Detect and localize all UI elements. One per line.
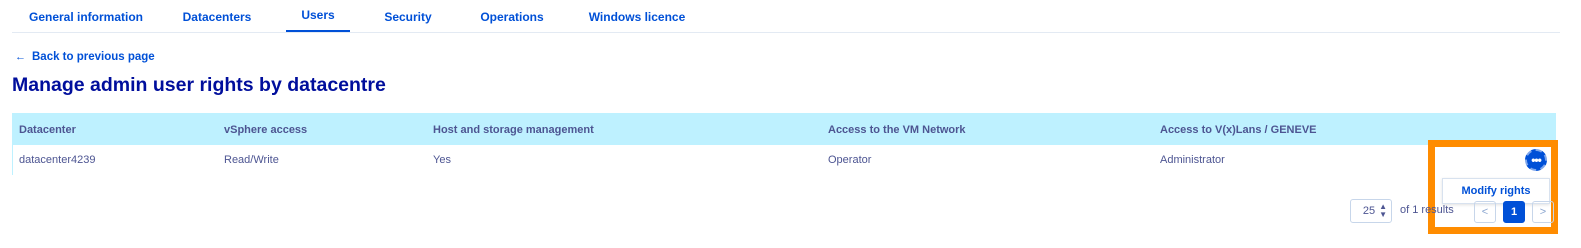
column-header-host-storage: Host and storage management bbox=[433, 123, 594, 136]
page-size-select[interactable]: 25 ▲ ▼ bbox=[1350, 199, 1392, 223]
tab-general-information[interactable]: General information bbox=[22, 0, 150, 33]
chevron-right-icon: > bbox=[1539, 206, 1547, 218]
previous-page-button[interactable]: < bbox=[1474, 201, 1496, 223]
column-header-vxlan: Access to V(x)Lans / GENEVE bbox=[1160, 123, 1317, 136]
tab-datacenters[interactable]: Datacenters bbox=[172, 0, 262, 33]
cell-vsphere-access: Read/Write bbox=[224, 154, 279, 166]
table-header: Datacenter vSphere access Host and stora… bbox=[13, 114, 1555, 145]
column-header-vsphere-access: vSphere access bbox=[224, 123, 308, 136]
page-size-value: 25 bbox=[1362, 205, 1376, 217]
row-actions-button[interactable]: ••• bbox=[1525, 149, 1547, 171]
chevron-updown-icon: ▲ ▼ bbox=[1379, 202, 1387, 219]
tab-users[interactable]: Users bbox=[286, 0, 350, 32]
table-row: datacenter4239 Read/Write Yes Operator A… bbox=[13, 145, 1555, 175]
column-header-datacenter: Datacenter bbox=[19, 123, 76, 136]
column-header-vm-network: Access to the VM Network bbox=[828, 123, 966, 136]
cell-vm-network: Operator bbox=[828, 154, 872, 166]
tab-windows-licence[interactable]: Windows licence bbox=[584, 0, 690, 33]
chevron-left-icon: < bbox=[1481, 206, 1489, 218]
page-title: Manage admin user rights by datacentre bbox=[12, 74, 386, 96]
page-1-button[interactable]: 1 bbox=[1503, 201, 1525, 223]
cell-datacenter: datacenter4239 bbox=[19, 154, 96, 166]
results-count: of 1 results bbox=[1400, 204, 1454, 216]
tab-operations[interactable]: Operations bbox=[470, 0, 554, 33]
back-to-previous-page-link[interactable]: ← Back to previous page bbox=[15, 49, 155, 65]
more-horizontal-icon: ••• bbox=[1531, 153, 1542, 167]
arrow-left-icon: ← bbox=[15, 51, 26, 63]
tab-bar: General information Datacenters Users Se… bbox=[12, 0, 1560, 33]
tab-security[interactable]: Security bbox=[374, 0, 442, 33]
back-link-label: Back to previous page bbox=[32, 51, 155, 63]
next-page-button[interactable]: > bbox=[1532, 201, 1554, 223]
cell-vxlan: Administrator bbox=[1160, 154, 1225, 166]
cell-host-storage: Yes bbox=[433, 154, 451, 166]
rights-table: Datacenter vSphere access Host and stora… bbox=[12, 113, 1556, 175]
page: General information Datacenters Users Se… bbox=[0, 0, 1581, 248]
modify-rights-menu-item[interactable]: Modify rights bbox=[1443, 179, 1549, 203]
